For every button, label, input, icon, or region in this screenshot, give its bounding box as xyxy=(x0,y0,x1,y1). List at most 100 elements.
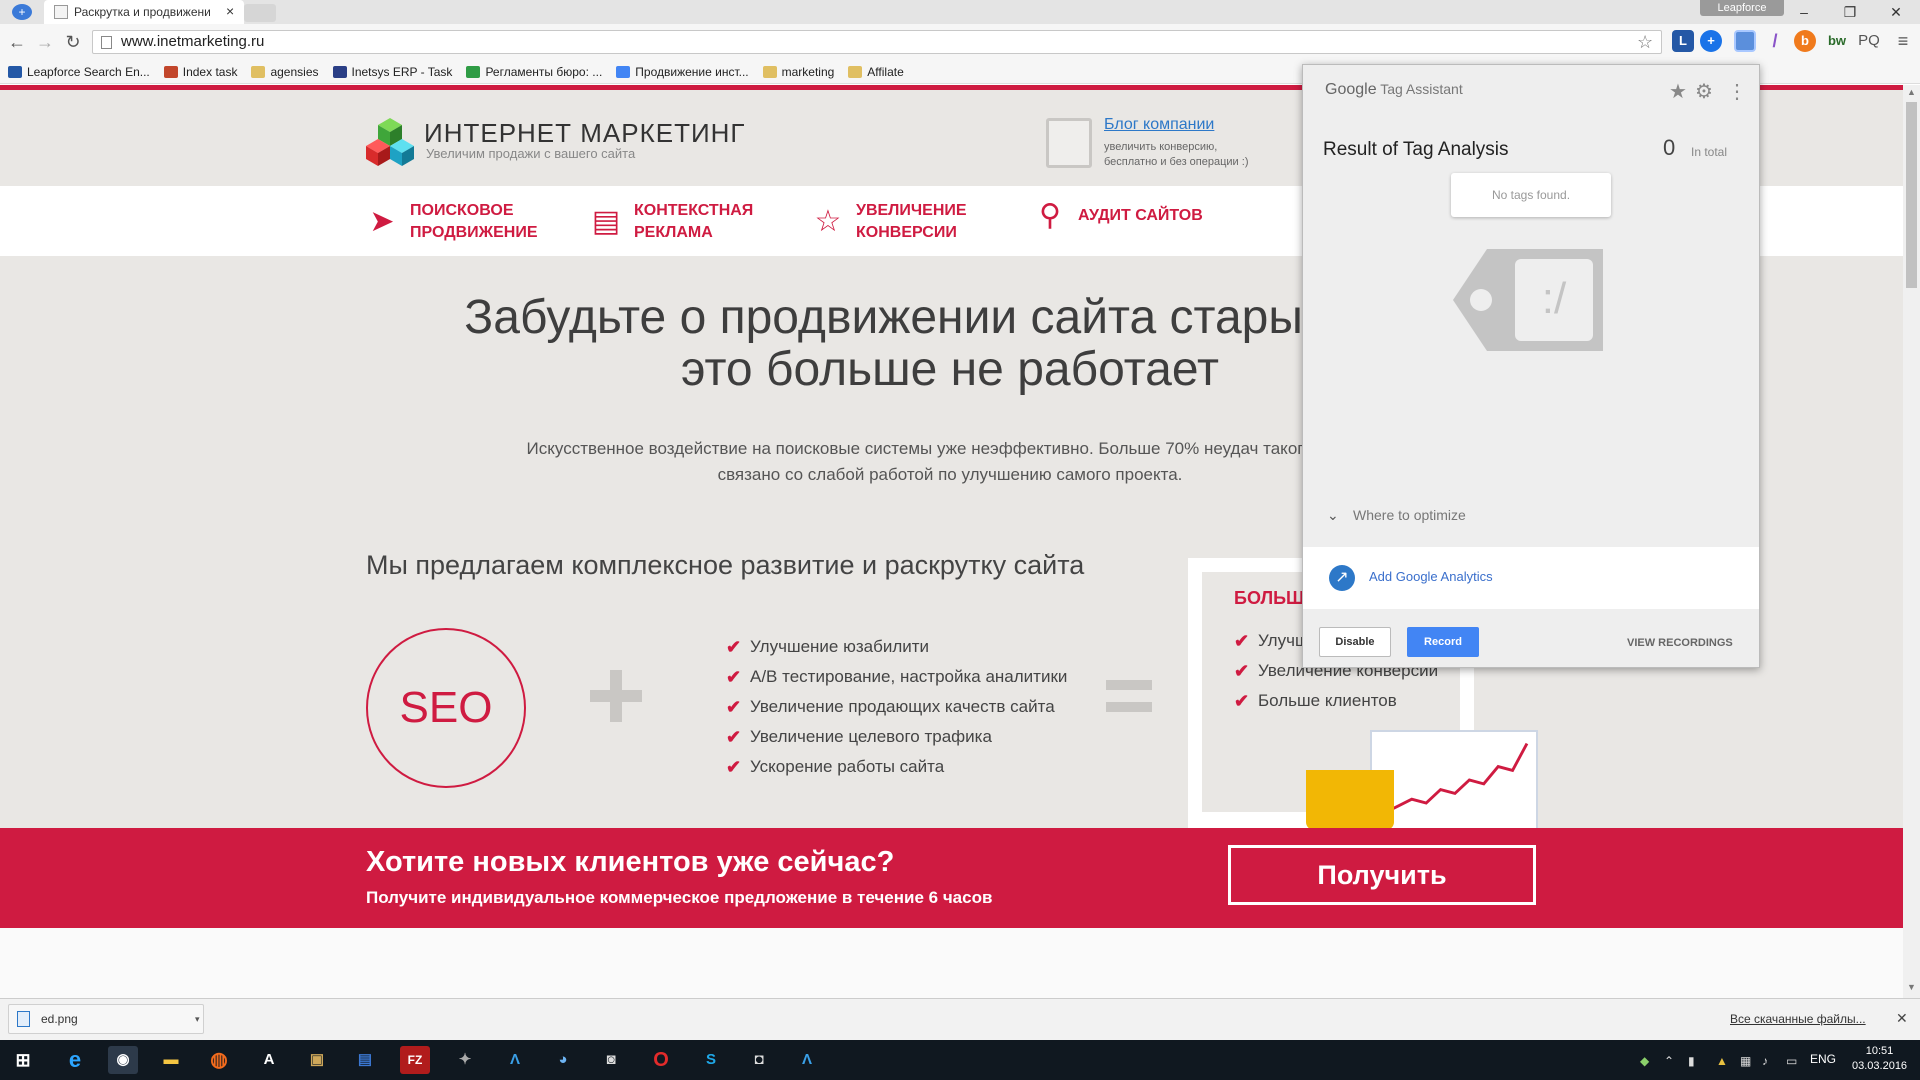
bookmark-star-icon[interactable]: ☆ xyxy=(1637,31,1653,53)
volume-icon[interactable]: ♪ xyxy=(1762,1054,1768,1068)
bookmark-item[interactable]: agensies xyxy=(251,65,319,79)
disable-button[interactable]: Disable xyxy=(1319,627,1391,657)
bookmark-label: marketing xyxy=(781,64,835,79)
check-icon: ✔ xyxy=(726,636,742,657)
image-viewer-icon[interactable]: ◘ xyxy=(744,1046,774,1074)
list-item-text: Больше клиентов xyxy=(1258,691,1397,710)
gear-icon[interactable]: ⚙ xyxy=(1695,79,1713,104)
blog-link[interactable]: Блог компании xyxy=(1104,116,1214,134)
tray-network-icon[interactable]: ▦ xyxy=(1740,1054,1751,1068)
explorer-folder-icon[interactable]: ▬ xyxy=(156,1046,186,1074)
clock-date: 03.03.2016 xyxy=(1852,1060,1908,1072)
bookmark-item[interactable]: Index task xyxy=(163,65,237,79)
list-item: ✔ Ускорение работы сайта xyxy=(726,752,1067,782)
firefox-icon[interactable]: ◍ xyxy=(204,1046,234,1074)
plus-extension-icon[interactable]: + xyxy=(1700,30,1722,52)
chrome-menu-icon[interactable]: ≡ xyxy=(1892,30,1914,52)
font-app-icon[interactable]: A xyxy=(254,1046,284,1074)
close-downloads-icon[interactable]: ✕ xyxy=(1896,1010,1908,1027)
opera-icon[interactable]: O xyxy=(646,1046,676,1074)
scrollbar-thumb[interactable] xyxy=(1906,102,1917,288)
tag-assistant-extension-icon[interactable] xyxy=(1734,30,1756,52)
photo-app-icon[interactable]: ▣ xyxy=(302,1046,332,1074)
filezilla-icon[interactable]: FZ xyxy=(400,1046,430,1074)
bookmark-item[interactable]: Inetsys ERP - Task xyxy=(332,65,452,79)
tray-usb-icon[interactable]: ▮ xyxy=(1688,1054,1695,1068)
bookmark-item[interactable]: Регламенты бюро: ... xyxy=(466,65,602,79)
seo-extension-icon[interactable]: b xyxy=(1794,30,1816,52)
notifications-icon[interactable]: ▭ xyxy=(1786,1054,1797,1068)
logo-title[interactable]: ИНТЕРНЕТ МАРКЕТИНГ xyxy=(424,118,746,149)
cta-subtitle: Получите индивидуальное коммерческое пре… xyxy=(366,888,993,907)
download-item[interactable]: ed.png ▾ xyxy=(8,1004,204,1034)
tray-drive-icon[interactable]: ▲ xyxy=(1716,1054,1728,1068)
get-offer-button[interactable]: Получить xyxy=(1228,845,1536,905)
new-tab-button[interactable] xyxy=(244,4,276,22)
tab-title: Раскрутка и продвижени xyxy=(74,5,211,19)
check-icon: ✔ xyxy=(726,756,742,777)
download-menu-icon[interactable]: ▾ xyxy=(195,1005,200,1033)
empty-tag-icon: :/ xyxy=(1453,249,1603,351)
forward-arrow-icon[interactable]: → xyxy=(32,30,58,54)
pq-extension-icon[interactable]: PQ xyxy=(1858,30,1880,52)
image-file-icon xyxy=(17,1011,30,1027)
reload-icon[interactable]: ↻ xyxy=(60,30,86,54)
pen-extension-icon[interactable]: / xyxy=(1764,30,1786,52)
tag-assistant-title: Google Tag Assistant xyxy=(1325,81,1463,99)
cat-app-icon[interactable]: ✦ xyxy=(450,1046,480,1074)
bookmark-label: Регламенты бюро: ... xyxy=(485,64,603,79)
save-disk-icon[interactable]: ▤ xyxy=(350,1046,380,1074)
globe-app-icon[interactable]: ◕ xyxy=(548,1046,578,1074)
edge-icon[interactable]: e xyxy=(60,1046,90,1074)
language-indicator[interactable]: ENG xyxy=(1810,1052,1836,1066)
scroll-down-icon[interactable]: ▼ xyxy=(1905,982,1918,996)
autocad-2-icon[interactable]: Λ xyxy=(792,1046,822,1074)
bookmark-item[interactable]: Leapforce Search En... xyxy=(8,65,150,79)
tray-expand-icon[interactable]: ⌃ xyxy=(1664,1054,1674,1068)
add-google-analytics-link[interactable]: Add Google Analytics xyxy=(1369,569,1493,584)
scroll-up-icon[interactable]: ▲ xyxy=(1905,87,1918,101)
seo-circle: SEO xyxy=(366,628,526,788)
bookmark-item[interactable]: Продвижение инст... xyxy=(616,65,749,79)
leapforce-extension-icon[interactable]: L xyxy=(1672,30,1694,52)
chevron-down-icon: ⌄ xyxy=(1327,507,1339,523)
profile-button[interactable]: Leapforce xyxy=(1700,0,1784,16)
nav-item-seo[interactable]: ➤ ПОИСКОВОЕ ПРОДВИЖЕНИЕ xyxy=(366,200,550,244)
skype-icon[interactable]: S xyxy=(696,1046,726,1074)
tab-close-icon[interactable]: × xyxy=(226,3,234,19)
bookmark-item[interactable]: marketing xyxy=(762,64,835,79)
camera-app-icon[interactable]: ◙ xyxy=(596,1046,626,1074)
more-vert-icon[interactable]: ⋮ xyxy=(1727,79,1747,104)
tray-app-icon[interactable]: ◆ xyxy=(1640,1054,1649,1068)
chrome-icon[interactable]: ◉ xyxy=(108,1046,138,1074)
bookmark-item[interactable]: Affilate xyxy=(848,65,904,79)
check-icon: ✔ xyxy=(1234,660,1250,681)
nav-item-context-ads[interactable]: ▤ КОНТЕКСТНАЯ РЕКЛАМА xyxy=(590,200,774,244)
inetsys-icon xyxy=(332,65,347,78)
blog-document-icon xyxy=(1046,118,1092,168)
list-item: ✔ Больше клиентов xyxy=(1234,686,1438,716)
page-icon xyxy=(101,36,112,49)
record-button[interactable]: Record xyxy=(1407,627,1479,657)
star-icon[interactable]: ★ xyxy=(1669,79,1687,104)
nav-item-audit[interactable]: ⚲ АУДИТ САЙТОВ xyxy=(1034,200,1218,232)
close-window-button[interactable]: ✕ xyxy=(1876,0,1916,24)
all-downloads-link[interactable]: Все скачанные файлы... xyxy=(1730,1012,1866,1026)
view-recordings-link[interactable]: VIEW RECORDINGS xyxy=(1627,637,1733,649)
list-item: ✔ A/B тестирование, настройка аналитики xyxy=(726,662,1067,692)
bw-extension-icon[interactable]: bw xyxy=(1826,30,1848,52)
url-text: www.inetmarketing.ru xyxy=(121,33,265,50)
minimize-button[interactable]: – xyxy=(1784,0,1824,24)
restore-button[interactable]: ❐ xyxy=(1830,0,1870,24)
autocad-icon[interactable]: Λ xyxy=(500,1046,530,1074)
where-to-optimize-toggle[interactable]: ⌄ Where to optimize xyxy=(1327,507,1466,524)
nav-item-conversion[interactable]: ☆ УВЕЛИЧЕНИЕ КОНВЕРСИИ xyxy=(812,200,996,244)
address-bar[interactable]: www.inetmarketing.ru ☆ xyxy=(92,30,1662,54)
clock-time: 10:51 xyxy=(1865,1045,1894,1057)
new-window-icon[interactable]: + xyxy=(12,4,32,20)
windows-start-icon[interactable]: ⊞ xyxy=(8,1046,38,1074)
plus-icon xyxy=(590,670,642,722)
clock[interactable]: 10:51 03.03.2016 xyxy=(1852,1044,1907,1074)
back-arrow-icon[interactable]: ← xyxy=(4,30,30,54)
browser-tab-active[interactable]: Раскрутка и продвижени × xyxy=(44,0,244,24)
